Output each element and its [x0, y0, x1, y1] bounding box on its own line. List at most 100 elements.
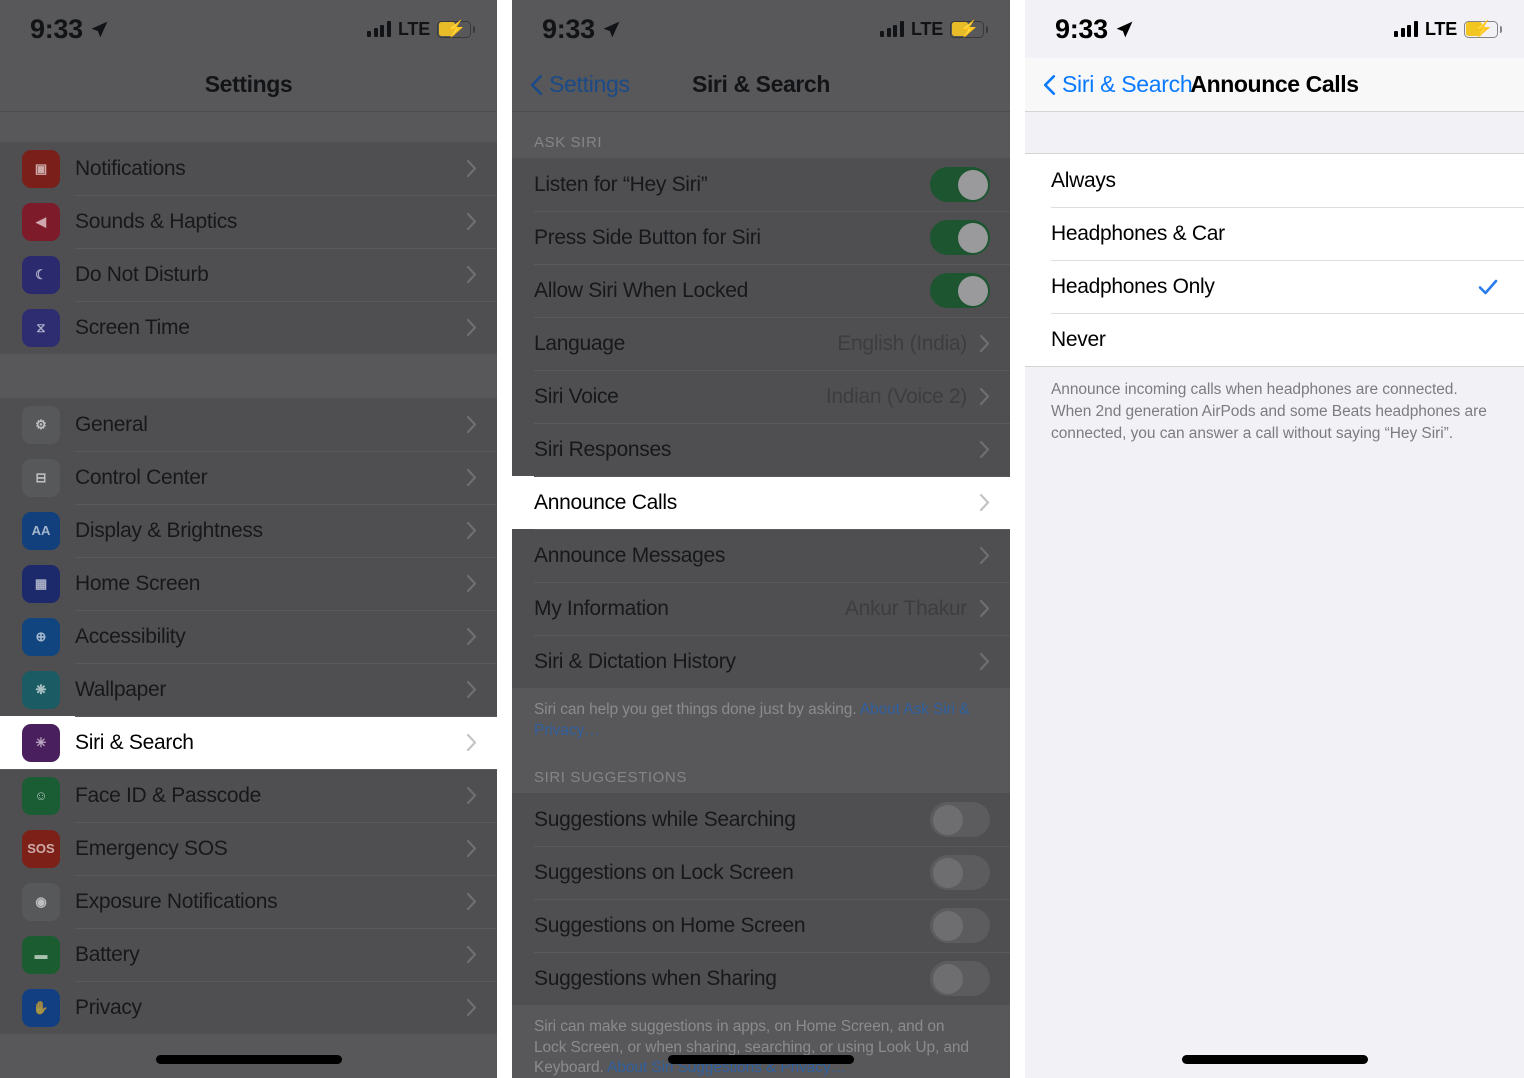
settings-row[interactable]: ☾ Do Not Disturb [0, 248, 497, 301]
toggle-switch[interactable] [930, 961, 990, 997]
settings-row[interactable]: ▦ Home Screen [0, 557, 497, 610]
chevron-right-icon [466, 415, 477, 434]
toggle-switch[interactable] [930, 908, 990, 944]
announce-calls-option[interactable]: Headphones Only [1025, 260, 1524, 313]
chevron-right-icon [466, 265, 477, 284]
display-brightness-icon: AA [22, 511, 60, 550]
settings-row[interactable]: ⊟ Control Center [0, 451, 497, 504]
settings-row[interactable]: ☺ Face ID & Passcode [0, 769, 497, 822]
toggle-switch[interactable] [930, 220, 990, 255]
settings-row[interactable]: ◀ Sounds & Haptics [0, 195, 497, 248]
settings-row[interactable]: SOS Emergency SOS [0, 822, 497, 875]
chevron-right-icon [466, 468, 477, 487]
emergency-sos-icon: SOS [22, 829, 60, 868]
announce-calls-option[interactable]: Headphones & Car [1025, 207, 1524, 260]
settings-row-label: Siri & Search [75, 730, 194, 754]
chevron-right-icon [466, 318, 477, 337]
siri-search-icon: ✳ [22, 723, 60, 762]
option-label: Always [1051, 168, 1116, 192]
siri-setting-row[interactable]: Announce Messages [512, 529, 1010, 582]
siri-setting-row[interactable]: Suggestions on Lock Screen [512, 846, 1010, 900]
network-label: LTE [1424, 18, 1457, 39]
siri-suggestions-footer: Siri can make suggestions in apps, on Ho… [512, 1005, 1010, 1078]
settings-row[interactable]: ❋ Wallpaper [0, 663, 497, 716]
settings-group-2: ⚙ General ⊟ Control Center AA Display & Brigh… [0, 398, 497, 1034]
siri-setting-row[interactable]: Announce Calls [512, 476, 1010, 529]
chevron-right-icon [979, 493, 990, 512]
siri-setting-row[interactable]: Suggestions when Sharing [512, 952, 1010, 1006]
ask-siri-footer-text: Siri can help you get things done just b… [534, 701, 860, 718]
settings-row-label: Sounds & Haptics [75, 209, 238, 233]
settings-row-label: Face ID & Passcode [75, 783, 262, 807]
siri-setting-label: Allow Siri When Locked [534, 278, 748, 302]
siri-setting-label: My Information [534, 596, 669, 620]
settings-row[interactable]: ◉ Exposure Notifications [0, 875, 497, 928]
home-indicator[interactable] [668, 1055, 854, 1064]
settings-row-label: Do Not Disturb [75, 262, 209, 286]
siri-setting-label: Announce Calls [534, 490, 677, 514]
battery-charging-icon: ⚡ [950, 20, 988, 38]
settings-row[interactable]: ✳ Siri & Search [0, 716, 497, 769]
toggle-switch[interactable] [930, 855, 990, 891]
settings-row[interactable]: ⚙ General [0, 398, 497, 451]
chevron-right-icon [466, 627, 477, 646]
announce-calls-option[interactable]: Never [1025, 313, 1524, 366]
siri-setting-row[interactable]: Press Side Button for Siri [512, 211, 1010, 264]
siri-suggestions-group: Suggestions while Searching Suggestions o… [512, 793, 1010, 1006]
nav-bar-panel1: Settings [0, 58, 497, 112]
general-gear-icon: ⚙ [22, 405, 60, 444]
siri-search-list[interactable]: ASK SIRI Listen for “Hey Siri” Press Side… [512, 112, 1010, 1078]
chevron-right-icon [466, 733, 477, 752]
home-indicator[interactable] [1181, 1055, 1368, 1064]
option-label: Never [1051, 327, 1106, 351]
do-not-disturb-icon: ☾ [22, 255, 60, 294]
chevron-right-icon [466, 945, 477, 964]
toggle-switch[interactable] [930, 273, 990, 308]
settings-row[interactable]: ⊕ Accessibility [0, 610, 497, 663]
settings-row-label: Battery [75, 942, 140, 966]
settings-row-label: Emergency SOS [75, 836, 228, 860]
status-bar-left: 9:33 [542, 14, 621, 45]
settings-list[interactable]: ▣ Notifications ◀ Sounds & Haptics ☾ Do Not D… [0, 112, 497, 1034]
list-top-spacer [1025, 112, 1524, 154]
toggle-knob [957, 222, 988, 253]
toggle-knob [932, 857, 963, 888]
settings-row[interactable]: ✋ Privacy [0, 981, 497, 1034]
siri-setting-row[interactable]: Listen for “Hey Siri” [512, 158, 1010, 211]
siri-setting-row[interactable]: Siri Voice Indian (Voice 2) [512, 370, 1010, 423]
siri-setting-row[interactable]: Allow Siri When Locked [512, 264, 1010, 317]
toggle-switch[interactable] [930, 802, 990, 838]
settings-row[interactable]: ⧖ Screen Time [0, 301, 497, 354]
back-button-settings[interactable]: Settings [530, 71, 630, 98]
network-label: LTE [910, 18, 943, 39]
announce-calls-option[interactable]: Always [1025, 154, 1524, 207]
settings-row[interactable]: AA Display & Brightness [0, 504, 497, 557]
toggle-switch[interactable] [930, 167, 990, 202]
settings-row-label: Screen Time [75, 315, 190, 339]
settings-row-label: Home Screen [75, 571, 201, 595]
siri-setting-label: Suggestions on Home Screen [534, 913, 806, 937]
chevron-right-icon [466, 574, 477, 593]
toggle-knob [932, 910, 963, 941]
siri-setting-row[interactable]: Suggestions while Searching [512, 793, 1010, 847]
siri-setting-row[interactable]: Siri & Dictation History [512, 635, 1010, 688]
settings-row[interactable]: ▣ Notifications [0, 142, 497, 195]
siri-setting-row[interactable]: Siri Responses [512, 423, 1010, 476]
phone-panel-settings: 9:33 LTE ⚡ Settings ▣ Notifications ◀ Sound… [0, 0, 497, 1078]
three-panel-screenshot: 9:33 LTE ⚡ Settings ▣ Notifications ◀ Sound… [0, 0, 1524, 1078]
chevron-right-icon [466, 680, 477, 699]
toggle-knob [932, 804, 963, 835]
settings-row[interactable]: ▬ Battery [0, 928, 497, 981]
back-button-label: Settings [549, 71, 630, 97]
announce-calls-options-group[interactable]: Always Headphones & Car Headphones Only Nev… [1025, 154, 1524, 367]
home-indicator[interactable] [155, 1055, 342, 1064]
siri-setting-row[interactable]: Language English (India) [512, 317, 1010, 370]
back-button-siri-search[interactable]: Siri & Search [1043, 71, 1193, 98]
status-time: 9:33 [1055, 13, 1108, 44]
list-top-spacer [0, 112, 497, 142]
chevron-right-icon [466, 212, 477, 231]
settings-row-label: Exposure Notifications [75, 889, 278, 913]
chevron-right-icon [979, 440, 990, 459]
siri-setting-row[interactable]: Suggestions on Home Screen [512, 899, 1010, 953]
siri-setting-row[interactable]: My Information Ankur Thakur [512, 582, 1010, 635]
